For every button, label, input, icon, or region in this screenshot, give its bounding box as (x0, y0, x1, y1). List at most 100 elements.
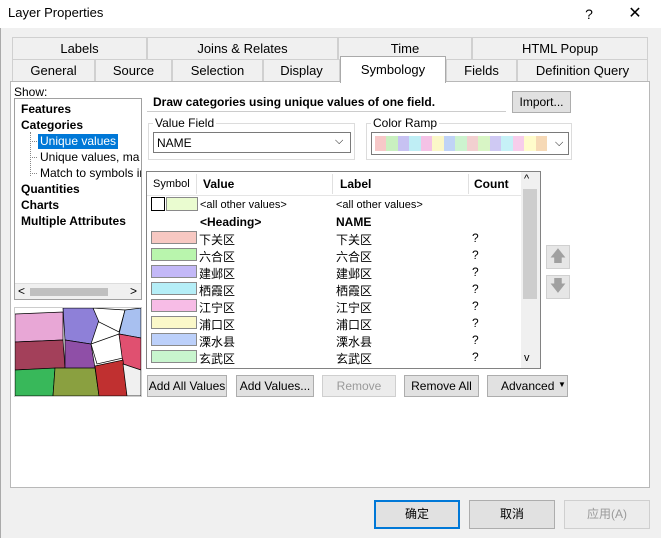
ramp-swatch (386, 136, 398, 151)
count-cell: ? (472, 316, 479, 330)
value-cell: 浦口区 (199, 318, 236, 332)
chevron-down-icon: ⌵ (335, 135, 344, 147)
tree-connector (30, 141, 37, 142)
move-down-button[interactable]: 🡇 (546, 275, 570, 299)
count-cell: ? (472, 333, 479, 347)
tree-item-unique-values-many[interactable]: Unique values, many (40, 150, 140, 164)
count-cell: ? (472, 282, 479, 296)
value-cell: 玄武区 (199, 352, 236, 366)
column-header-label[interactable]: Label (340, 177, 371, 191)
tab-selection[interactable]: Selection (172, 59, 263, 82)
window-title: Layer Properties (8, 5, 104, 20)
count-cell: ? (472, 299, 479, 313)
column-header-symbol[interactable]: Symbol (153, 178, 190, 190)
all-other-values-swatch[interactable] (166, 197, 198, 211)
tree-item-charts[interactable]: Charts (21, 198, 59, 212)
tree-item-categories[interactable]: Categories (21, 118, 83, 132)
label-cell: 建邺区 (336, 267, 373, 281)
ramp-swatch (443, 136, 456, 151)
add-all-values-button[interactable]: Add All Values (147, 375, 227, 397)
scroll-left-arrow[interactable]: < (18, 284, 25, 298)
apply-button[interactable]: 应用(A) (564, 500, 650, 529)
symbol-swatch[interactable] (151, 333, 197, 346)
count-cell: ? (472, 265, 479, 279)
symbol-swatch[interactable] (151, 248, 197, 261)
label-cell: 六合区 (336, 250, 373, 264)
advanced-button[interactable]: Advanced ▼ (487, 375, 568, 397)
label-cell: 玄武区 (336, 352, 373, 366)
tab-display[interactable]: Display (263, 59, 340, 82)
value-cell: 建邺区 (199, 267, 236, 281)
scroll-right-arrow[interactable]: > (130, 284, 137, 298)
scroll-thumb[interactable] (523, 189, 537, 299)
symbol-swatch[interactable] (151, 350, 197, 363)
ramp-swatch (478, 136, 490, 151)
value-cell: 栖霞区 (199, 284, 236, 298)
symbol-swatch[interactable] (151, 231, 197, 244)
tab-fields[interactable]: Fields (446, 59, 517, 82)
scroll-down-arrow[interactable]: v (524, 352, 530, 364)
ramp-swatch (512, 136, 525, 151)
column-header-count[interactable]: Count (474, 177, 509, 191)
tree-item-features[interactable]: Features (21, 102, 71, 116)
ok-button[interactable]: 确定 (374, 500, 460, 529)
tree-connector (30, 132, 31, 176)
color-ramp-label: Color Ramp (371, 116, 440, 130)
value-cell: 下关区 (199, 233, 236, 247)
symbol-swatch[interactable] (151, 316, 197, 329)
all-other-values-value: <all other values> (200, 199, 287, 211)
value-cell: 溧水县 (199, 335, 236, 349)
scroll-up-arrow[interactable]: ^ (524, 173, 529, 185)
ramp-swatch (375, 136, 387, 151)
tab-general[interactable]: General (12, 59, 95, 82)
symbol-swatch[interactable] (151, 265, 197, 278)
tab-symbology[interactable]: Symbology (340, 56, 446, 83)
label-cell: 栖霞区 (336, 284, 373, 298)
advanced-label: Advanced (501, 379, 555, 393)
window-frame (0, 28, 1, 538)
move-up-button[interactable]: 🡅 (546, 245, 570, 269)
tree-item-match-to-symbols[interactable]: Match to symbols in a (40, 166, 141, 180)
checkbox[interactable] (151, 197, 165, 211)
column-divider (332, 174, 333, 194)
column-header-value[interactable]: Value (203, 177, 234, 191)
remove-button[interactable]: Remove (322, 375, 396, 397)
value-field-label: Value Field (153, 116, 217, 130)
column-divider (468, 174, 469, 194)
ramp-swatch (397, 136, 410, 151)
tab-labels[interactable]: Labels (12, 37, 147, 60)
label-cell: 溧水县 (336, 335, 373, 349)
remove-all-button[interactable]: Remove All (404, 375, 479, 397)
value-cell: 江宁区 (199, 301, 236, 315)
dropdown-arrow-icon: ▼ (558, 380, 566, 389)
ramp-swatch (420, 136, 433, 151)
ramp-swatch (432, 136, 444, 151)
color-ramp-swatches (375, 136, 548, 151)
ramp-swatch (466, 136, 479, 151)
preview-map-image (14, 307, 142, 397)
symbol-swatch[interactable] (151, 282, 197, 295)
ramp-swatch (535, 136, 548, 151)
help-button[interactable]: ? (576, 2, 602, 26)
cancel-button[interactable]: 取消 (469, 500, 555, 529)
tab-source[interactable]: Source (95, 59, 172, 82)
tab-html-popup[interactable]: HTML Popup (472, 37, 648, 60)
close-button[interactable]: ✕ (620, 2, 650, 26)
ramp-swatch (455, 136, 467, 151)
ramp-swatch (489, 136, 502, 151)
tree-item-multiple-attributes[interactable]: Multiple Attributes (21, 214, 126, 228)
label-cell: 浦口区 (336, 318, 373, 332)
ramp-swatch (409, 136, 421, 151)
ramp-swatch (524, 136, 536, 151)
tree-connector (30, 157, 37, 158)
ramp-swatch (501, 136, 513, 151)
scroll-thumb[interactable] (30, 288, 108, 296)
tree-item-unique-values[interactable]: Unique values (38, 134, 119, 149)
tab-definition-query[interactable]: Definition Query (517, 59, 648, 82)
label-cell: 江宁区 (336, 301, 373, 315)
add-values-button[interactable]: Add Values... (236, 375, 314, 397)
tree-item-quantities[interactable]: Quantities (21, 182, 80, 196)
import-button[interactable]: Import... (512, 91, 571, 113)
symbol-swatch[interactable] (151, 299, 197, 312)
tab-joins-relates[interactable]: Joins & Relates (147, 37, 338, 60)
